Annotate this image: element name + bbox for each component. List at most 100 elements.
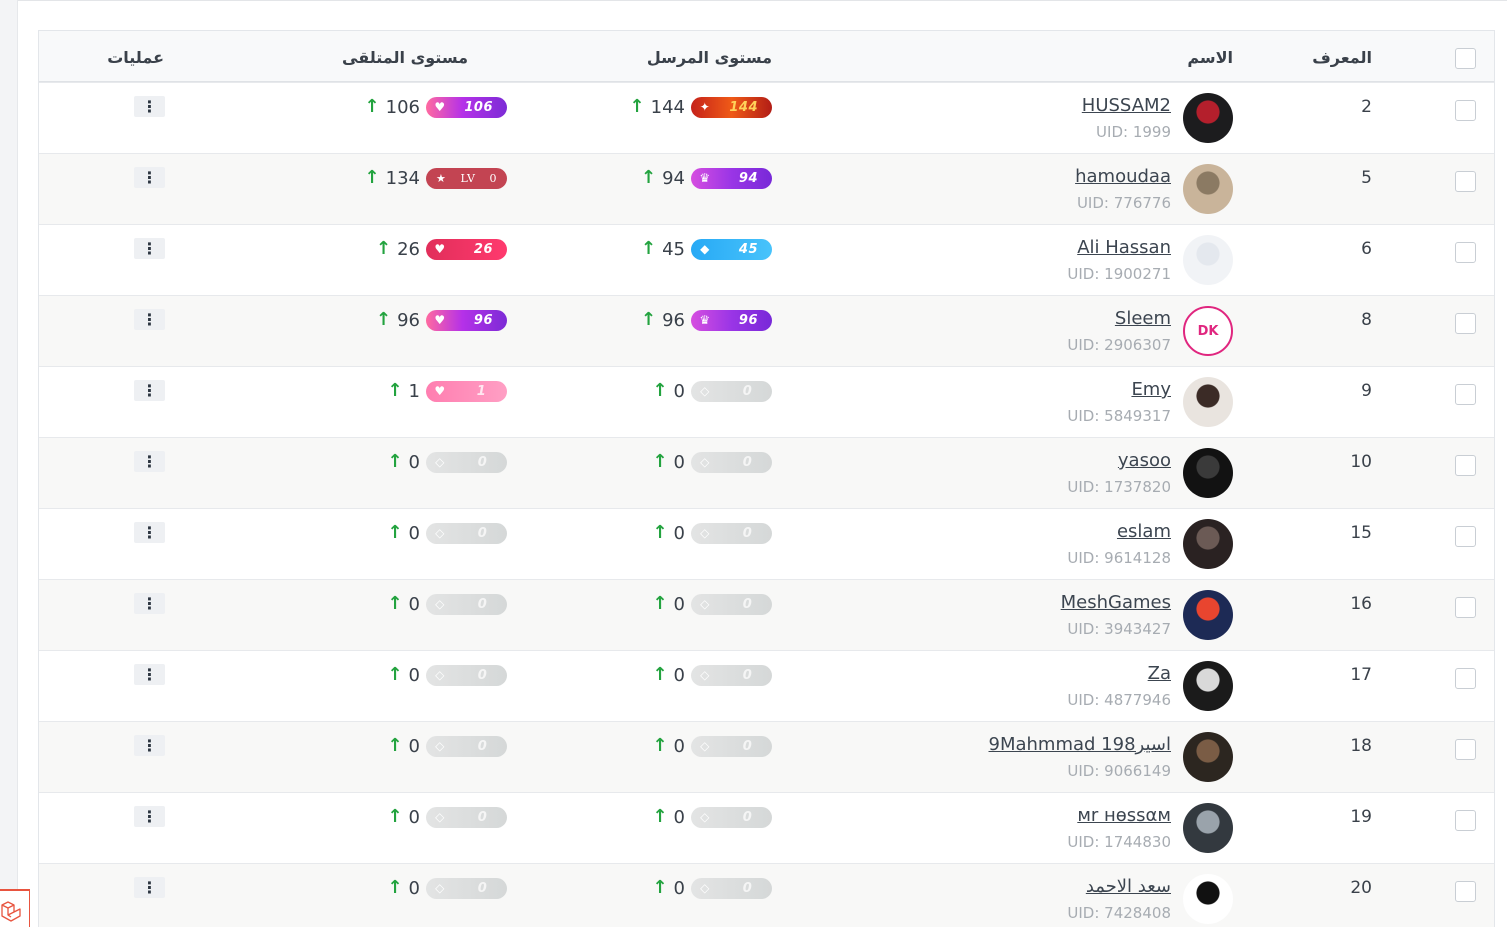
avatar[interactable] bbox=[1183, 590, 1233, 640]
user-name-link[interactable]: мr нѳssαм bbox=[1077, 805, 1171, 826]
row-actions-button[interactable]: ⋮ bbox=[134, 593, 165, 614]
sender-level: ↑ 96 ♛ 96 bbox=[641, 309, 772, 331]
user-name-link[interactable]: Za bbox=[1148, 663, 1171, 684]
badge-number: 0 bbox=[477, 454, 488, 470]
avatar[interactable] bbox=[1183, 93, 1233, 143]
badge-heart-icon: ◇ bbox=[700, 667, 710, 682]
sender-level-value: 0 bbox=[673, 877, 685, 899]
badge-heart-icon: ◇ bbox=[435, 525, 445, 540]
badge-number: 0 bbox=[477, 667, 488, 683]
row-checkbox[interactable] bbox=[1455, 526, 1476, 547]
user-name-link[interactable]: yasoo bbox=[1118, 450, 1171, 471]
row-checkbox[interactable] bbox=[1455, 668, 1476, 689]
top-divider bbox=[18, 0, 1507, 2]
arrow-up-icon: ↑ bbox=[387, 593, 403, 614]
badge-heart-icon: ◇ bbox=[435, 738, 445, 753]
avatar[interactable] bbox=[1183, 732, 1233, 782]
user-name-link[interactable]: سعد الاحمد bbox=[1086, 876, 1171, 897]
sender-level-badge: ◇ 0 bbox=[691, 735, 772, 757]
receiver-level-value: 106 bbox=[385, 96, 420, 118]
row-checkbox[interactable] bbox=[1455, 242, 1476, 263]
row-actions-button[interactable]: ⋮ bbox=[134, 380, 165, 401]
avatar[interactable] bbox=[1183, 803, 1233, 853]
arrow-up-icon: ↑ bbox=[652, 664, 668, 685]
badge-number: 144 bbox=[729, 99, 758, 115]
user-name-link[interactable]: Sleem bbox=[1115, 308, 1171, 329]
row-checkbox[interactable] bbox=[1455, 171, 1476, 192]
row-id: 16 bbox=[1350, 594, 1372, 614]
receiver-level-value: 0 bbox=[408, 877, 420, 899]
arrow-up-icon: ↑ bbox=[652, 451, 668, 472]
user-name-link[interactable]: HUSSAM2 bbox=[1082, 95, 1171, 116]
table-row: 9 Emy UID: 5849317 ↑ 0 ◇ 0 ↑ 1 ♥ 1 ⋮ bbox=[39, 366, 1494, 437]
sender-level-value: 144 bbox=[650, 96, 685, 118]
row-actions-button[interactable]: ⋮ bbox=[134, 806, 165, 827]
row-actions-button[interactable]: ⋮ bbox=[134, 735, 165, 756]
table-row: 2 HUSSAM2 UID: 1999 ↑ 144 ✦ 144 ↑ 106 ♥ 10… bbox=[39, 82, 1494, 153]
arrow-up-icon: ↑ bbox=[629, 96, 645, 117]
user-name-link[interactable]: Emy bbox=[1131, 379, 1171, 400]
sender-level-badge: ◇ 0 bbox=[691, 380, 772, 402]
row-id: 2 bbox=[1361, 97, 1372, 117]
row-checkbox[interactable] bbox=[1455, 455, 1476, 476]
level-badge-number: 0 bbox=[489, 171, 497, 185]
user-name-link[interactable]: hamoudaa bbox=[1075, 166, 1171, 187]
badge-number: 96 bbox=[473, 312, 493, 328]
row-actions-button[interactable]: ⋮ bbox=[134, 522, 165, 543]
row-actions-button[interactable]: ⋮ bbox=[134, 664, 165, 685]
receiver-level: ↑ 0 ◇ 0 bbox=[387, 593, 507, 615]
vertical-dots-icon: ⋮ bbox=[141, 735, 158, 755]
select-all-checkbox[interactable] bbox=[1455, 48, 1476, 69]
avatar[interactable] bbox=[1183, 874, 1233, 924]
row-actions-button[interactable]: ⋮ bbox=[134, 238, 165, 259]
vertical-dots-icon: ⋮ bbox=[141, 522, 158, 542]
user-uid: UID: 2906307 bbox=[1067, 336, 1171, 354]
row-checkbox[interactable] bbox=[1455, 739, 1476, 760]
star-icon: ★ bbox=[436, 171, 447, 185]
arrow-up-icon: ↑ bbox=[364, 167, 380, 188]
avatar[interactable] bbox=[1183, 519, 1233, 569]
row-checkbox[interactable] bbox=[1455, 313, 1476, 334]
row-actions-button[interactable]: ⋮ bbox=[134, 309, 165, 330]
row-actions-button[interactable]: ⋮ bbox=[134, 451, 165, 472]
badge-number: 0 bbox=[742, 880, 753, 896]
row-checkbox[interactable] bbox=[1455, 597, 1476, 618]
row-actions-button[interactable]: ⋮ bbox=[134, 877, 165, 898]
row-checkbox[interactable] bbox=[1455, 384, 1476, 405]
user-name-link[interactable]: اسير9Mahmmad 198 bbox=[989, 734, 1171, 755]
row-actions-button[interactable]: ⋮ bbox=[134, 167, 165, 188]
sender-level: ↑ 144 ✦ 144 bbox=[630, 96, 772, 118]
receiver-level-badge: ♥ 106 bbox=[426, 96, 507, 118]
user-uid: UID: 4877946 bbox=[1067, 691, 1171, 709]
row-checkbox[interactable] bbox=[1455, 100, 1476, 121]
avatar[interactable] bbox=[1183, 661, 1233, 711]
laravel-logo-icon[interactable] bbox=[0, 889, 30, 927]
avatar[interactable] bbox=[1183, 235, 1233, 285]
avatar[interactable] bbox=[1183, 377, 1233, 427]
user-name-link[interactable]: MeshGames bbox=[1061, 592, 1171, 613]
row-checkbox[interactable] bbox=[1455, 810, 1476, 831]
user-name-link[interactable]: Ali Hassan bbox=[1077, 237, 1171, 258]
receiver-level: ↑ 96 ♥ 96 bbox=[376, 309, 507, 331]
avatar[interactable]: DK bbox=[1183, 306, 1233, 356]
user-name-link[interactable]: eslam bbox=[1117, 521, 1171, 542]
badge-number: 0 bbox=[742, 454, 753, 470]
arrow-up-icon: ↑ bbox=[387, 735, 403, 756]
receiver-level: ↑ 1 ♥ 1 bbox=[387, 380, 507, 402]
arrow-up-icon: ↑ bbox=[376, 309, 392, 330]
receiver-level-badge: ♥ 1 bbox=[426, 380, 507, 402]
avatar[interactable] bbox=[1183, 164, 1233, 214]
sender-level-value: 0 bbox=[673, 451, 685, 473]
badge-number: 0 bbox=[742, 809, 753, 825]
row-checkbox[interactable] bbox=[1455, 881, 1476, 902]
arrow-up-icon: ↑ bbox=[641, 238, 657, 259]
arrow-up-icon: ↑ bbox=[364, 96, 380, 117]
avatar[interactable] bbox=[1183, 448, 1233, 498]
receiver-level-value: 0 bbox=[408, 806, 420, 828]
vertical-dots-icon: ⋮ bbox=[141, 238, 158, 258]
sender-level-value: 0 bbox=[673, 380, 685, 402]
row-actions-button[interactable]: ⋮ bbox=[134, 96, 165, 117]
badge-number: 26 bbox=[473, 241, 493, 257]
sender-level: ↑ 0 ◇ 0 bbox=[652, 593, 772, 615]
badge-heart-icon: ♛ bbox=[699, 170, 711, 185]
